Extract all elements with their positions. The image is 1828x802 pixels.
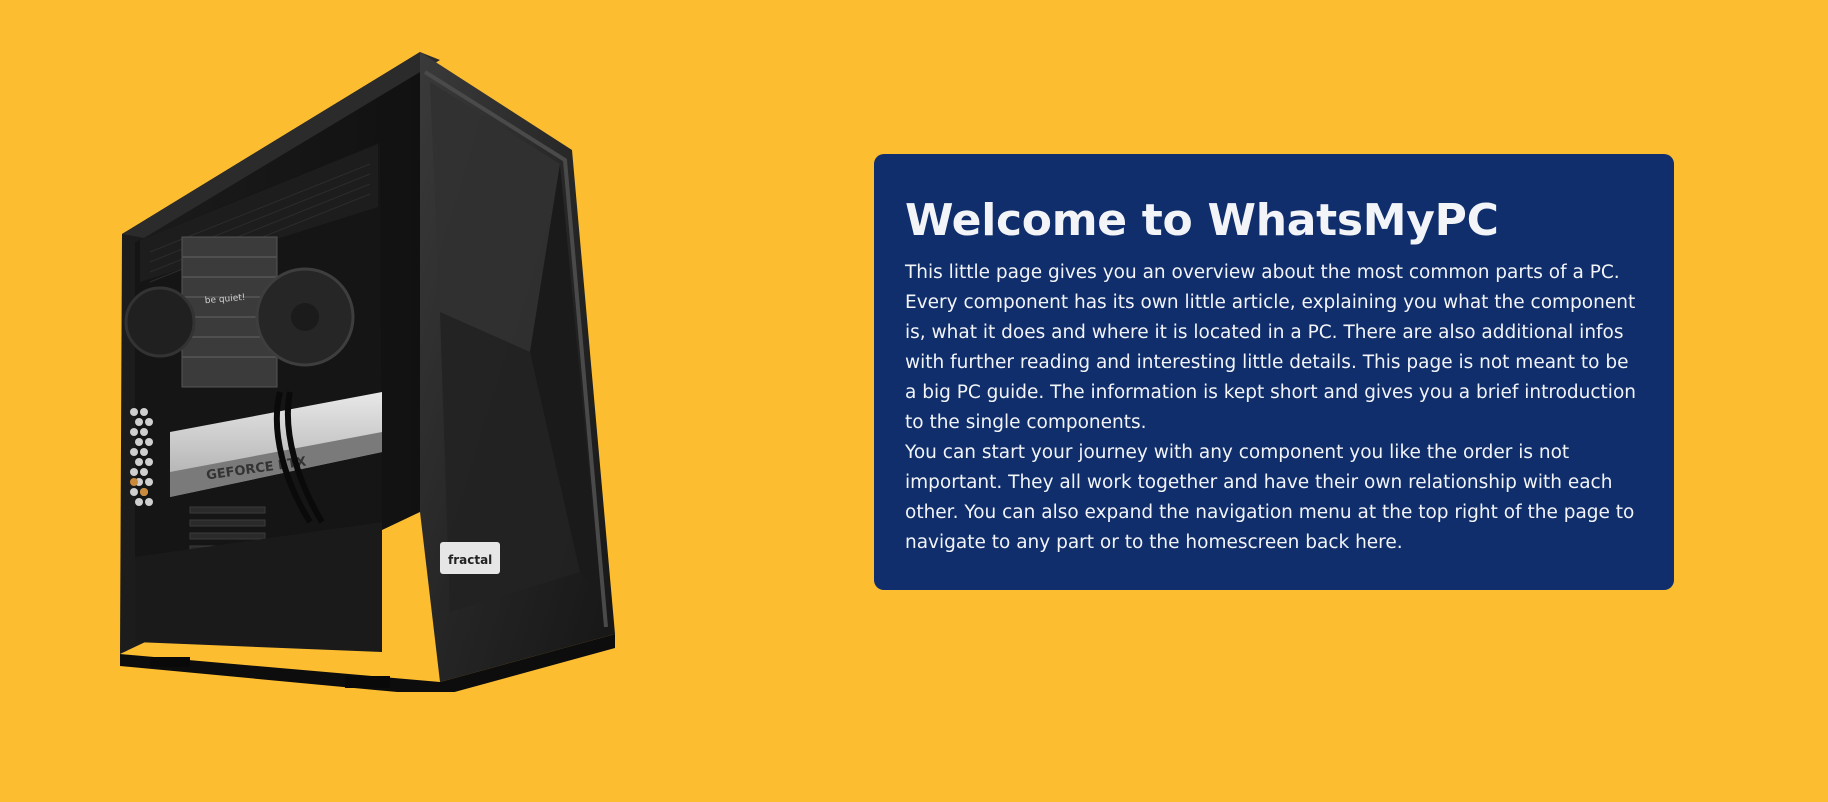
pc-case-image: be quiet! GEFORCE RTX fractal (110, 52, 630, 692)
welcome-body: This little page gives you an overview a… (905, 258, 1644, 558)
page-title: Welcome to WhatsMyPC (905, 195, 1499, 246)
page-container: be quiet! GEFORCE RTX fractal Welcome to… (0, 0, 1828, 802)
brand-badge-label: fractal (448, 553, 492, 567)
welcome-card: Welcome to WhatsMyPC This little page gi… (874, 154, 1674, 590)
welcome-paragraph-1: This little page gives you an overview a… (905, 262, 1636, 433)
welcome-paragraph-2: You can start your journey with any comp… (905, 442, 1635, 553)
